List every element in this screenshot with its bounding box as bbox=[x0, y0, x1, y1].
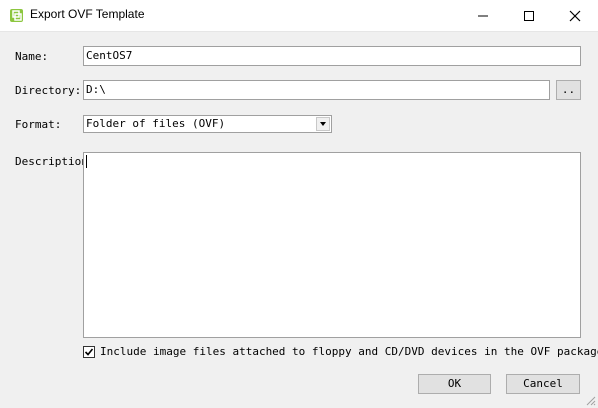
format-select[interactable]: Folder of files (OVF) bbox=[83, 115, 332, 133]
directory-label: Directory: bbox=[15, 84, 82, 97]
window-title: Export OVF Template bbox=[30, 7, 145, 21]
title-bar: Export OVF Template bbox=[0, 0, 598, 32]
format-select-value: Folder of files (OVF) bbox=[86, 117, 226, 130]
description-textarea[interactable] bbox=[83, 152, 581, 338]
minimize-icon bbox=[478, 15, 488, 17]
directory-input[interactable]: D:\ bbox=[83, 80, 550, 100]
resize-grip-icon[interactable] bbox=[584, 394, 596, 406]
maximize-icon bbox=[524, 11, 534, 21]
text-caret bbox=[86, 155, 87, 168]
checkmark-icon bbox=[84, 348, 94, 356]
close-button[interactable] bbox=[552, 0, 598, 31]
ok-button[interactable]: OK bbox=[418, 374, 491, 394]
include-images-label[interactable]: Include image files attached to floppy a… bbox=[100, 345, 598, 358]
minimize-button[interactable] bbox=[460, 0, 506, 31]
browse-button[interactable]: .. bbox=[556, 80, 581, 100]
include-images-checkbox[interactable] bbox=[83, 346, 95, 358]
chevron-down-icon[interactable] bbox=[316, 117, 330, 131]
close-icon bbox=[569, 10, 581, 22]
name-input[interactable]: CentOS7 bbox=[83, 46, 581, 66]
vmware-workstation-icon bbox=[10, 9, 23, 22]
format-label: Format: bbox=[15, 118, 62, 131]
maximize-button[interactable] bbox=[506, 0, 552, 31]
description-label: Description bbox=[15, 155, 88, 168]
cancel-button[interactable]: Cancel bbox=[506, 374, 580, 394]
name-label: Name: bbox=[15, 50, 49, 63]
